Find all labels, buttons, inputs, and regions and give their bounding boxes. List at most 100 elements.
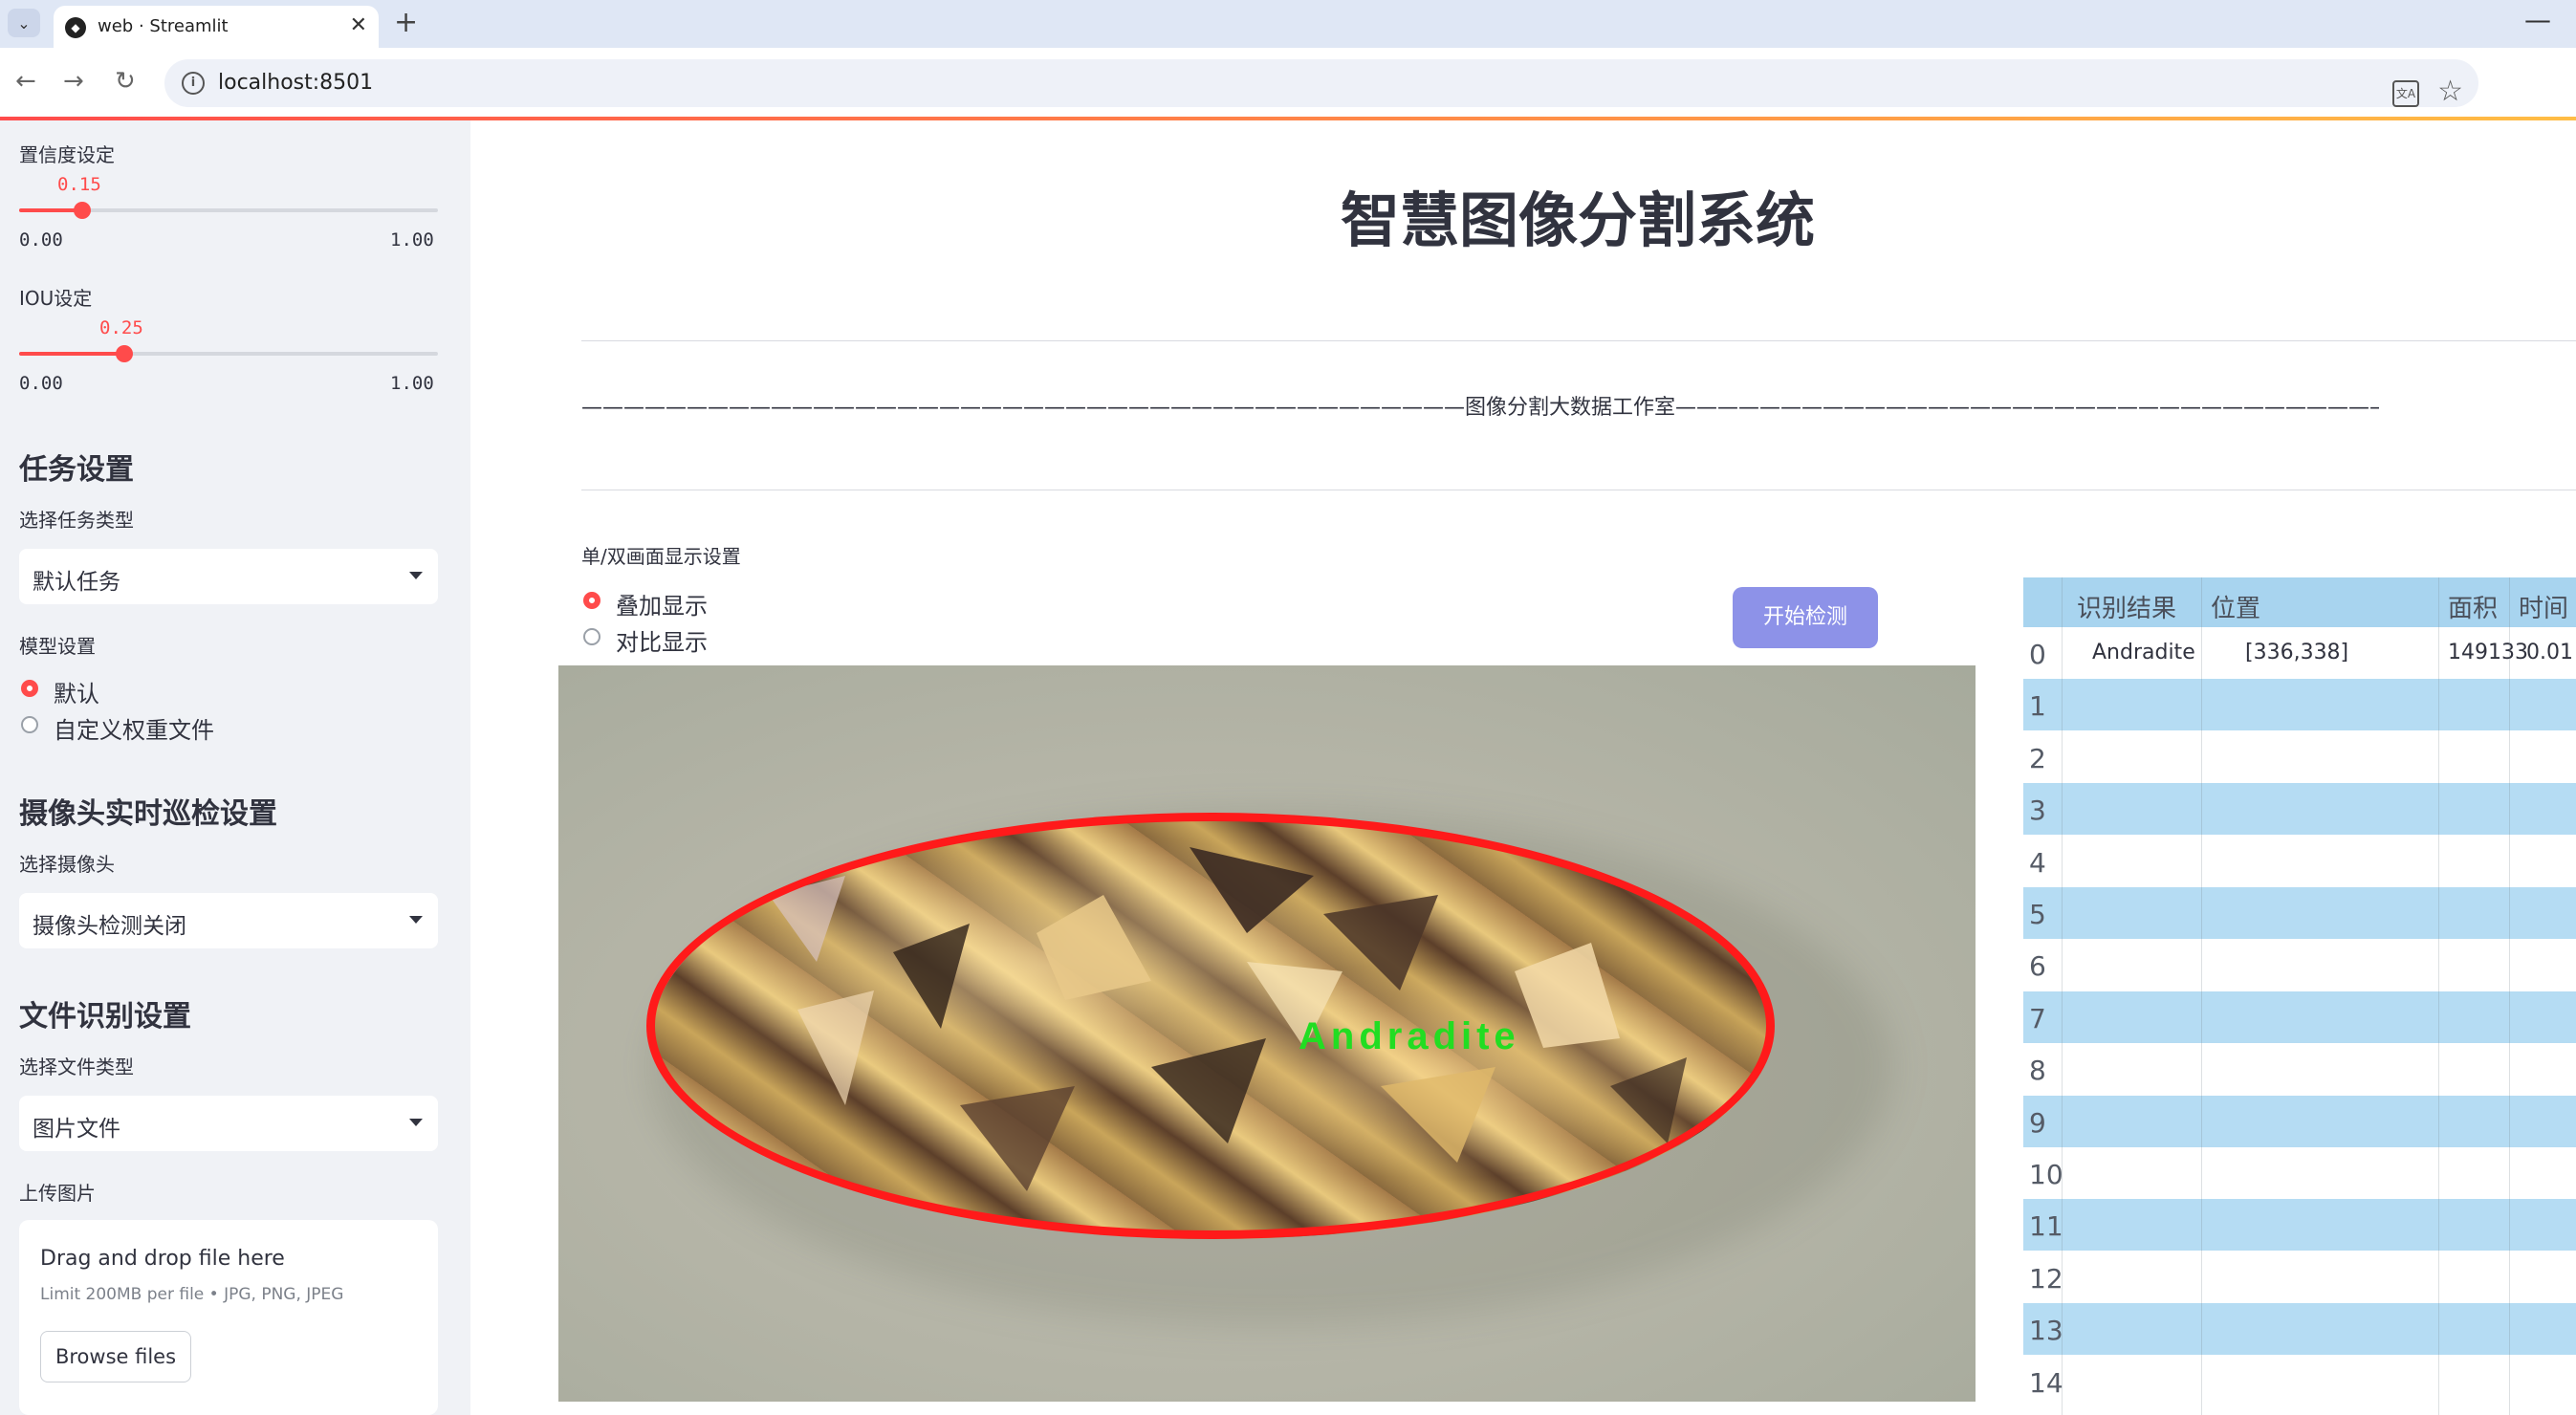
column-divider [2509, 577, 2510, 1415]
browser-tab-strip: ⌄ ◆ web · Streamlit ✕ + — [0, 0, 2576, 48]
minimize-window-button[interactable]: — [2524, 4, 2551, 35]
row-index: 12 [2029, 1262, 2063, 1295]
task-type-label: 选择任务类型 [19, 509, 134, 532]
display-option-overlay: 叠加显示 [616, 593, 708, 620]
radio-selected-icon [583, 592, 600, 609]
row-index: 0 [2029, 639, 2046, 670]
browser-tab[interactable]: ◆ web · Streamlit ✕ [54, 6, 379, 48]
translate-icon[interactable]: 文A [2392, 80, 2419, 107]
row-index: 13 [2029, 1315, 2063, 1347]
table-row[interactable]: 1 [2023, 679, 2576, 731]
confidence-slider-fill [19, 208, 82, 212]
row-index: 2 [2029, 742, 2046, 774]
segmentation-outline [646, 813, 1775, 1239]
camera-select[interactable]: 摄像头检测关闭 [19, 893, 438, 948]
back-arrow-icon[interactable]: ← [15, 67, 36, 96]
results-table[interactable]: 识别结果 位置 面积 时间 0 Andradite [336,338] 149133 0… [2023, 577, 2576, 1415]
row-index: 10 [2029, 1159, 2063, 1190]
upload-label: 上传图片 [19, 1182, 96, 1205]
task-type-select[interactable]: 默认任务 [19, 549, 438, 604]
table-row[interactable]: 3 [2023, 783, 2576, 836]
row-index: 4 [2029, 846, 2046, 879]
new-tab-button[interactable]: + [394, 6, 418, 39]
site-info-icon[interactable]: i [182, 72, 205, 95]
file-type-select[interactable]: 图片文件 [19, 1096, 438, 1151]
table-row[interactable]: 0 Andradite [336,338] 149133 0.01 [2023, 627, 2576, 679]
radio-unselected-icon [583, 628, 600, 645]
confidence-slider[interactable] [19, 202, 438, 219]
iou-label: IOU设定 [19, 287, 93, 310]
cell-time: 0.01 [2526, 641, 2573, 664]
table-row[interactable]: 10 [2023, 1147, 2576, 1199]
browser-toolbar: ← → ↻ i localhost:8501 文A ☆ [0, 48, 2576, 119]
confidence-value: 0.15 [57, 174, 101, 195]
file-uploader-dropzone[interactable]: Drag and drop file here Limit 200MB per … [19, 1220, 438, 1415]
table-row[interactable]: 5 [2023, 887, 2576, 939]
row-index: 8 [2029, 1055, 2046, 1087]
table-row[interactable]: 2 [2023, 731, 2576, 783]
table-row[interactable]: 11 [2023, 1199, 2576, 1252]
display-option-compare: 对比显示 [616, 629, 708, 656]
tab-search-chevron-icon[interactable]: ⌄ [8, 9, 40, 37]
table-row[interactable]: 7 [2023, 990, 2576, 1043]
bookmark-star-icon[interactable]: ☆ [2437, 75, 2463, 108]
camera-selected: 摄像头检测关闭 [33, 914, 186, 939]
table-row[interactable]: 8 [2023, 1043, 2576, 1095]
browse-files-button[interactable]: Browse files [40, 1331, 191, 1382]
segmentation-result-image: Andradite [558, 665, 1976, 1402]
table-row[interactable]: 4 [2023, 836, 2576, 887]
iou-slider-thumb[interactable] [115, 345, 133, 362]
camera-settings-heading: 摄像头实时巡检设置 [19, 797, 277, 831]
forward-arrow-icon[interactable]: → [63, 67, 84, 96]
task-settings-heading: 任务设置 [19, 453, 134, 487]
cell-result: Andradite [2092, 641, 2195, 664]
confidence-min: 0.00 [19, 229, 63, 250]
model-option-default: 默认 [54, 681, 99, 708]
col-header-position[interactable]: 位置 [2211, 589, 2260, 624]
col-header-area[interactable]: 面积 [2448, 589, 2498, 624]
radio-unselected-icon [21, 716, 38, 733]
file-type-selected: 图片文件 [33, 1117, 120, 1142]
detection-class-label: Andradite [1299, 1015, 1520, 1057]
iou-value: 0.25 [99, 317, 143, 338]
confidence-slider-thumb[interactable] [73, 202, 91, 219]
table-row[interactable]: 9 [2023, 1095, 2576, 1147]
row-index: 6 [2029, 950, 2046, 983]
row-index: 3 [2029, 795, 2046, 827]
model-option-custom: 自定义权重文件 [54, 717, 214, 744]
iou-slider-fill [19, 352, 124, 356]
row-index: 14 [2029, 1366, 2063, 1399]
table-row[interactable]: 6 [2023, 939, 2576, 990]
row-index: 5 [2029, 899, 2046, 930]
table-row[interactable]: 12 [2023, 1252, 2576, 1303]
page-title: 智慧图像分割系统 [1340, 185, 1815, 255]
divider-top [581, 340, 2576, 341]
studio-banner: ————————————————————————————————————————… [581, 396, 2379, 420]
model-settings-label: 模型设置 [19, 635, 96, 658]
iou-max: 1.00 [390, 373, 434, 394]
column-divider [2201, 577, 2202, 1415]
file-type-label: 选择文件类型 [19, 1056, 134, 1078]
address-bar[interactable]: i localhost:8501 文A ☆ [164, 59, 2478, 108]
cell-position: [336,338] [2245, 641, 2349, 664]
url-text[interactable]: localhost:8501 [218, 71, 373, 95]
file-settings-heading: 文件识别设置 [19, 1000, 191, 1034]
iou-slider[interactable] [19, 345, 438, 362]
table-row[interactable]: 13 [2023, 1303, 2576, 1356]
tab-close-icon[interactable]: ✕ [350, 13, 367, 37]
upload-limit-text: Limit 200MB per file • JPG, PNG, JPEG [40, 1285, 344, 1304]
start-detection-button[interactable]: 开始检测 [1733, 587, 1878, 648]
column-divider [2438, 577, 2439, 1415]
col-header-time[interactable]: 时间 [2519, 589, 2568, 624]
display-mode-label: 单/双画面显示设置 [581, 545, 741, 568]
camera-select-label: 选择摄像头 [19, 853, 115, 876]
row-index: 11 [2029, 1210, 2063, 1243]
col-header-result[interactable]: 识别结果 [2077, 589, 2176, 624]
chevron-down-icon [409, 916, 423, 924]
task-type-selected: 默认任务 [33, 570, 120, 595]
iou-min: 0.00 [19, 373, 63, 394]
table-row[interactable]: 14 [2023, 1356, 2576, 1407]
column-divider [2062, 577, 2063, 1415]
row-index: 1 [2029, 690, 2046, 723]
reload-icon[interactable]: ↻ [115, 67, 136, 96]
